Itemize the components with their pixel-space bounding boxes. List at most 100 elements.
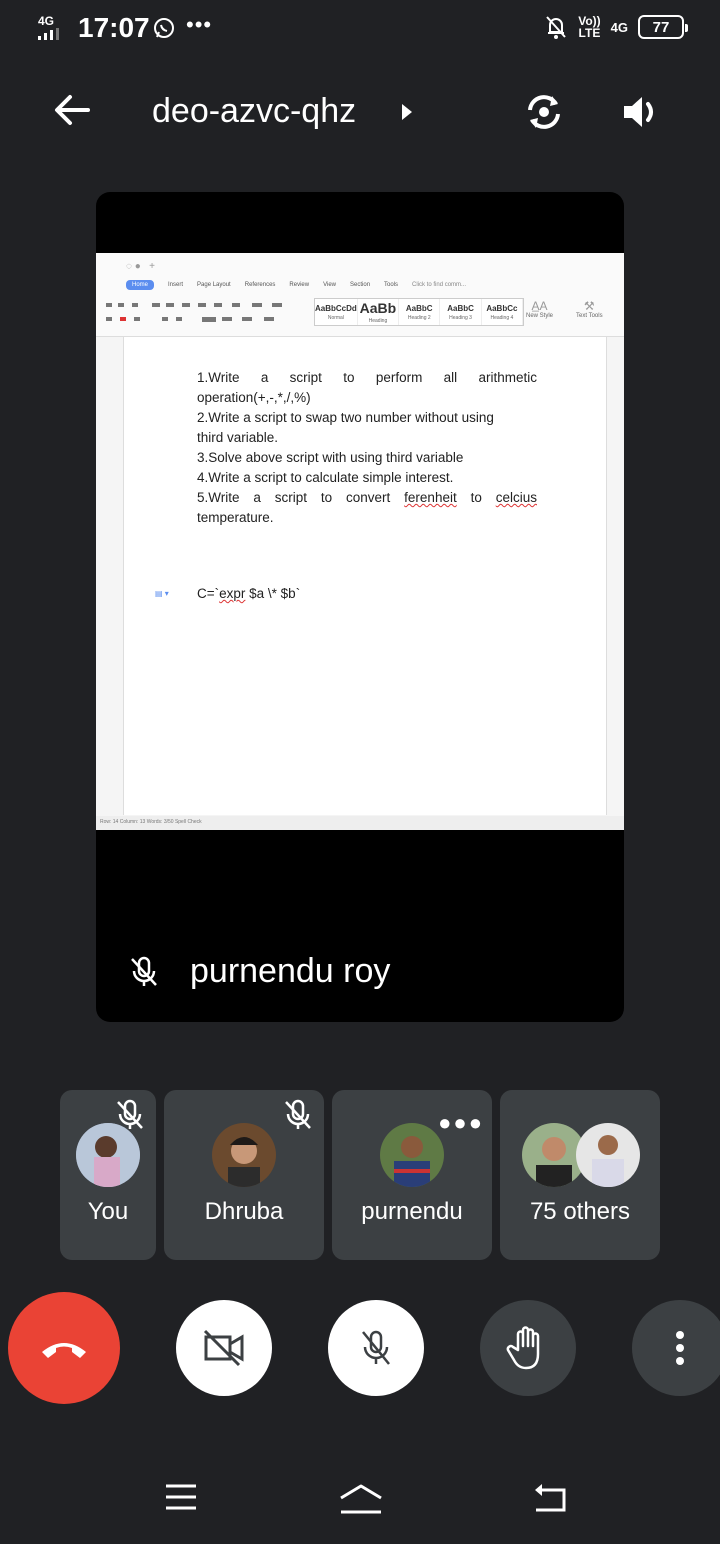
tab-home: Home <box>126 280 155 290</box>
speaker-icon[interactable] <box>618 90 662 134</box>
avatar-photo <box>76 1123 140 1187</box>
format-toolbar-icon <box>106 303 282 322</box>
document-ribbon: ◌ ● + Home Insert Page Layout References… <box>96 253 624 337</box>
avatar-photo <box>212 1123 276 1187</box>
style-sample: AaBbCcDd <box>315 303 357 313</box>
doc-line: third variable. <box>197 430 279 445</box>
ribbon-tabs: Home Insert Page Layout References Revie… <box>126 280 466 290</box>
doc-text: 5.Write a script to convert <box>197 490 405 505</box>
avatar <box>576 1123 640 1187</box>
mic-off-icon <box>362 1330 390 1365</box>
avatar-photo <box>576 1123 640 1187</box>
presenter-label: purnendu roy <box>128 952 390 991</box>
participant-name: Dhruba <box>204 1198 284 1225</box>
presenter-name: purnendu roy <box>190 952 391 990</box>
mic-off-icon <box>285 1099 311 1129</box>
tab-view: View <box>323 282 337 288</box>
avatar <box>76 1123 140 1187</box>
whatsapp-icon <box>154 18 174 38</box>
chevron-right-icon[interactable] <box>400 102 414 122</box>
doc-text: $a \* $b` <box>245 586 301 601</box>
style-name: Heading <box>368 318 388 324</box>
back-arrow-icon[interactable] <box>52 90 92 130</box>
raise-hand-icon <box>506 1326 540 1370</box>
participant-name: purnendu <box>361 1198 463 1225</box>
status-more: ••• <box>186 12 213 37</box>
misspelled-word: ferenheit <box>404 490 457 505</box>
doc-line: 1.Write a script to perform all arithmet… <box>197 370 537 385</box>
doc-line: 4.Write a script to calculate simple int… <box>197 470 454 485</box>
participant-tile-you[interactable]: You <box>60 1090 156 1260</box>
status-bar: 4G 17:07 ••• Vo)) LTE 4G 77 <box>0 0 720 60</box>
doc-line: 2.Write a script to swap two number with… <box>197 410 494 425</box>
participant-tile-dhruba[interactable]: Dhruba <box>164 1090 324 1260</box>
end-call-icon <box>42 1343 86 1358</box>
avatar <box>212 1123 276 1187</box>
participant-tile-purnendu[interactable]: ●●● purnendu <box>332 1090 492 1260</box>
tab-page-layout: Page Layout <box>197 282 231 288</box>
speaking-indicator-icon: ●●● <box>438 1110 484 1135</box>
participant-name: 75 others <box>529 1198 631 1225</box>
bell-off-icon <box>546 16 566 39</box>
raise-hand-button[interactable] <box>480 1300 576 1396</box>
system-nav-bar <box>0 1470 720 1534</box>
camera-off-icon <box>203 1329 244 1367</box>
presentation-stage[interactable]: ◌ ● + Home Insert Page Layout References… <box>96 192 624 1022</box>
battery-icon: 77 <box>638 15 688 39</box>
doc-code-line: C=`expr $a \* $b` <box>197 586 300 601</box>
lte-label: LTE <box>578 26 601 40</box>
mic-off-icon <box>131 956 157 986</box>
camera-toggle-button[interactable] <box>176 1300 272 1396</box>
plus-icon: ◌ ● + <box>126 261 155 272</box>
doc-line: temperature. <box>197 510 274 525</box>
participant-strip: You Dhruba ●●● purnendu 75 others <box>60 1090 660 1260</box>
style-sample: AaBbC <box>405 303 433 313</box>
menu-icon[interactable] <box>164 1482 198 1512</box>
end-call-button[interactable] <box>8 1292 120 1404</box>
style-name: Heading 3 <box>449 314 472 321</box>
text-tools: ⚒ Text Tools <box>576 299 603 319</box>
participant-name: You <box>87 1198 129 1225</box>
switch-camera-icon[interactable] <box>522 90 566 134</box>
participant-tile-others[interactable]: 75 others <box>500 1090 660 1260</box>
style-name: Normal <box>327 314 344 321</box>
network-type: 4G <box>38 14 55 28</box>
document-status-line: Row: 14 Column: 13 Words: 3/50 Spell Che… <box>96 816 624 830</box>
back-icon[interactable] <box>532 1482 568 1514</box>
signal-icon <box>38 28 59 40</box>
paragraph-handle-icon: ▤ ▾ <box>155 589 169 598</box>
style-sample: AaBbC <box>447 303 474 313</box>
shared-screen: ◌ ● + Home Insert Page Layout References… <box>96 253 624 830</box>
avatar-photo <box>380 1123 444 1187</box>
network-type-right: 4G <box>610 19 628 35</box>
clock: 17:07 <box>78 12 150 43</box>
tab-insert: Insert <box>168 282 184 288</box>
text-tools-label: Text Tools <box>576 313 603 319</box>
more-vert-icon <box>676 1331 684 1365</box>
tab-section: Section <box>350 282 371 288</box>
meeting-header: deo-azvc-qhz <box>0 80 720 144</box>
new-style-icon: A̲A <box>531 299 548 313</box>
style-gallery: AaBbCcDd Normal AaBb Heading AaBbC Headi… <box>314 298 524 326</box>
meeting-code[interactable]: deo-azvc-qhz <box>152 92 356 131</box>
doc-line: 5.Write a script to convert ferenheit to… <box>197 488 537 508</box>
more-options-button[interactable] <box>632 1300 720 1396</box>
doc-text: C=` <box>197 586 220 601</box>
tab-references: References <box>244 282 276 288</box>
misspelled-word: celcius <box>495 490 537 505</box>
battery-level: 77 <box>652 18 670 36</box>
tab-review: Review <box>289 282 310 288</box>
doc-line: operation(+,-,*,/,%) <box>197 390 311 405</box>
wrench-icon: ⚒ <box>583 299 595 313</box>
misspelled-word: expr <box>219 586 246 601</box>
avatar <box>380 1123 444 1187</box>
call-controls <box>0 1292 720 1404</box>
doc-text: to <box>456 490 496 505</box>
style-name: Heading 4 <box>490 314 514 321</box>
document-page: 1.Write a script to perform all arithmet… <box>123 337 607 815</box>
mic-toggle-button[interactable] <box>328 1300 424 1396</box>
tab-tools: Tools <box>384 282 399 288</box>
home-icon[interactable] <box>338 1482 384 1516</box>
new-style: A̲A New Style <box>526 299 553 319</box>
style-sample: AaBb <box>359 300 397 316</box>
